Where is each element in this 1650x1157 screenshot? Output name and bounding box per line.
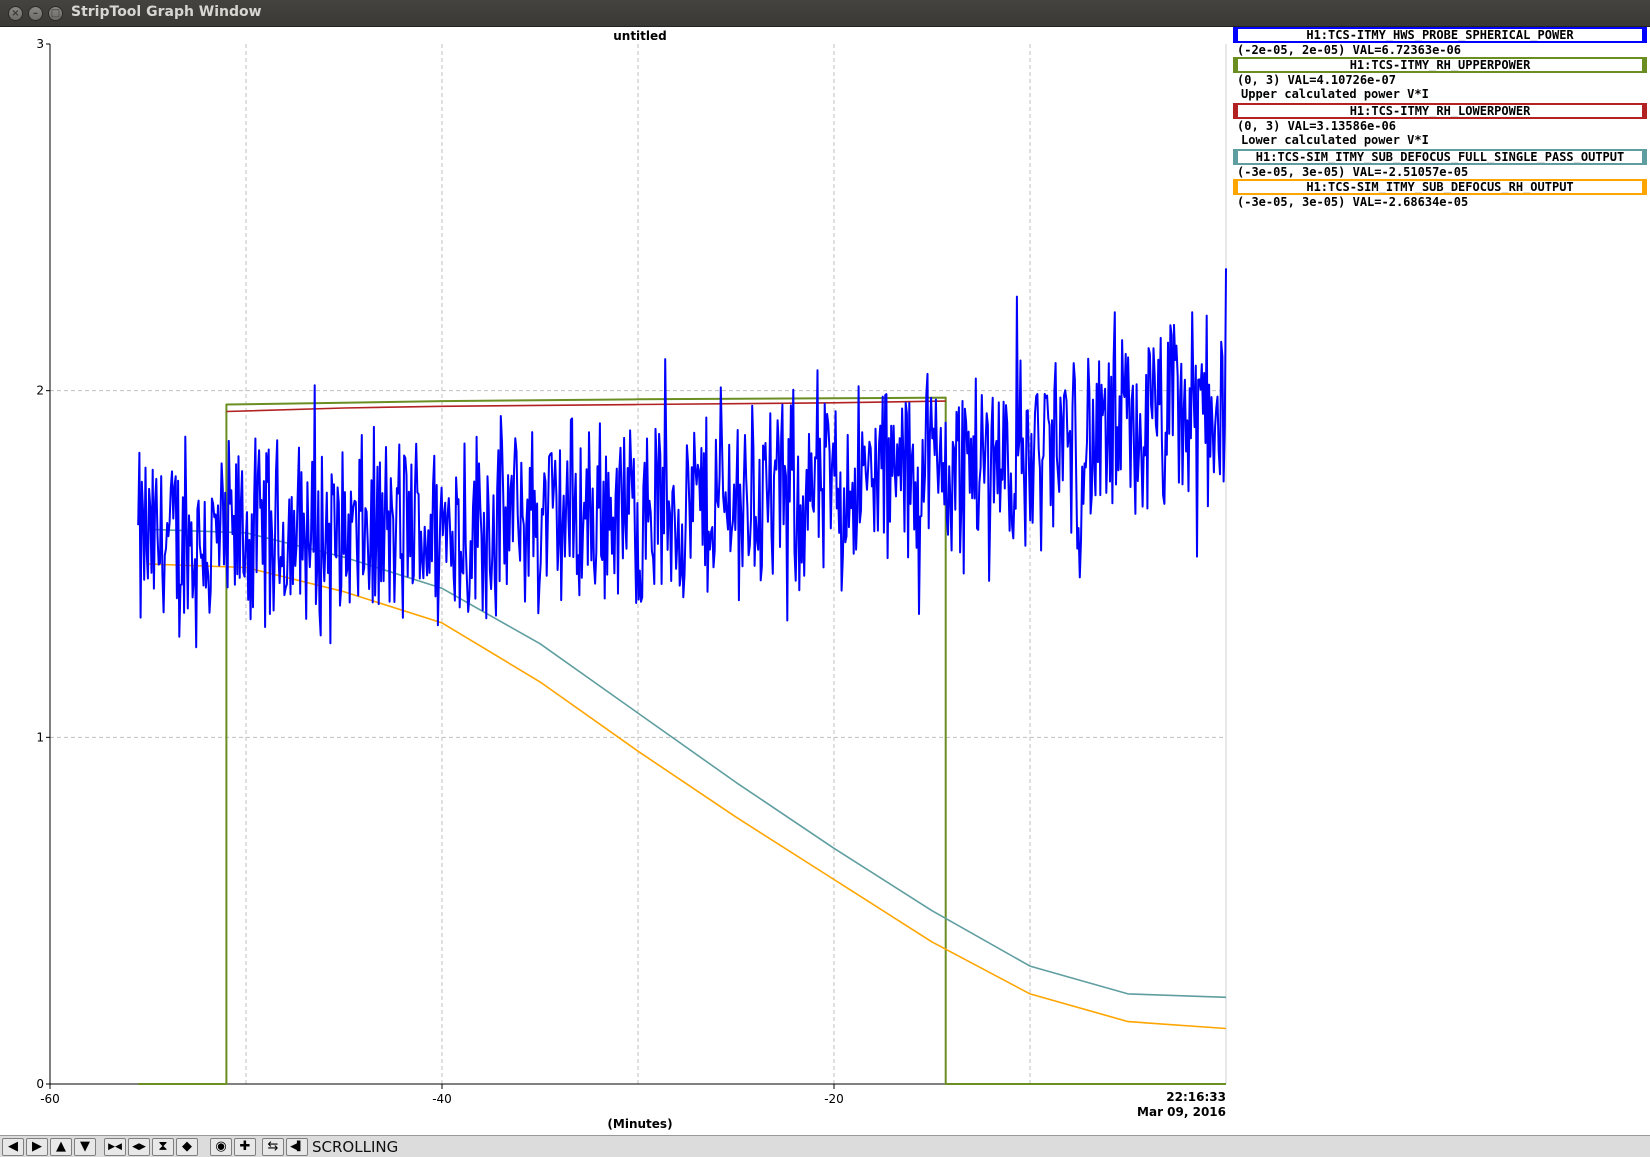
legend-entry-value: (-2e-05, 2e-05) VAL=6.72363e-06 [1237,43,1461,57]
window-close-button[interactable]: × [8,6,23,21]
x-tick-label: -20 [824,1092,844,1106]
legend-entry-name[interactable]: H1:TCS-SIM_ITMY_SUB_DEFOCUS_FULL_SINGLE_… [1233,149,1647,165]
window-title: StripTool Graph Window [71,4,262,20]
series-line-0 [137,268,1227,649]
graph-area[interactable]: 0 1 2 3 -60 -40 -20 untitled (Minutes) 22:16:3… [0,27,1650,1135]
reset-button[interactable]: ✚ [234,1138,256,1156]
window-titlebar: × – □ StripTool Graph Window [0,0,1650,27]
legend-entry-value: (-3e-05, 3e-05) VAL=-2.68634e-05 [1237,195,1469,209]
y-tick-label: 3 [36,37,44,51]
legend[interactable]: H1:TCS-ITMY_HWS_PROBE_SPHERICAL_POWER (-2… [1233,27,1650,227]
legend-entry-value: (-3e-05, 3e-05) VAL=-2.51057e-05 [1237,165,1469,179]
y-tick-label: 2 [36,384,44,398]
zoom-out-y-button[interactable]: ◆ [176,1138,198,1156]
zoom-in-y-button[interactable]: ⧗ [152,1138,174,1156]
zoom-out-x-button[interactable]: ◀▶ [128,1138,150,1156]
chart-title: untitled [613,29,667,43]
window-minimize-button[interactable]: – [28,6,43,21]
pan-up-button[interactable]: ▲ [50,1138,72,1156]
y-tick-label: 0 [36,1077,44,1091]
legend-entry-name[interactable]: H1:TCS-ITMY_RH_UPPERPOWER [1233,57,1647,73]
time-label: 22:16:33 [1166,1090,1226,1104]
zoom-in-x-button[interactable]: ▶◀ [104,1138,126,1156]
legend-entry-name[interactable]: H1:TCS-ITMY_HWS_PROBE_SPHERICAL_POWER [1233,27,1647,43]
pan-right-button[interactable]: ▶ [26,1138,48,1156]
auto-scale-button[interactable]: ◉ [210,1138,232,1156]
refresh-button[interactable]: ⇆ [262,1138,284,1156]
pan-left-button[interactable]: ◀ [2,1138,24,1156]
legend-entry-description: Lower calculated power V*I [1241,133,1429,147]
x-tick-label: -60 [40,1092,60,1106]
date-label: Mar 09, 2016 [1137,1105,1226,1119]
toolbar: ◀ ▶ ▲ ▼ ▶◀ ◀▶ ⧗ ◆ ◉ ✚ ⇆ ◀▌ SCROLLING [0,1135,1650,1157]
legend-entry-name[interactable]: H1:TCS-ITMY_RH_LOWERPOWER [1233,103,1647,119]
legend-entry-value: (0, 3) VAL=4.10726e-07 [1237,73,1396,87]
series-line-3 [147,528,1227,999]
pan-down-button[interactable]: ▼ [74,1138,96,1156]
strip-chart[interactable]: 0 1 2 3 -60 -40 -20 untitled (Minutes) 22:16:3… [0,27,1232,1135]
legend-entry-name[interactable]: H1:TCS-SIM_ITMY_SUB_DEFOCUS_RH_OUTPUT [1233,179,1647,195]
x-tick-label: -40 [432,1092,452,1106]
y-tick-label: 1 [36,730,44,744]
x-axis-label: (Minutes) [607,1117,672,1131]
series-line-4 [147,563,1227,1030]
legend-entry-description: Upper calculated power V*I [1241,87,1429,101]
scrolling-mode-label: SCROLLING [312,1138,399,1156]
window-maximize-button[interactable]: □ [48,6,63,21]
scroll-mode-button[interactable]: ◀▌ [286,1138,308,1156]
chart-axes: 0 1 2 3 -60 -40 -20 [36,37,1227,1106]
legend-entry-value: (0, 3) VAL=3.13586e-06 [1237,119,1396,133]
